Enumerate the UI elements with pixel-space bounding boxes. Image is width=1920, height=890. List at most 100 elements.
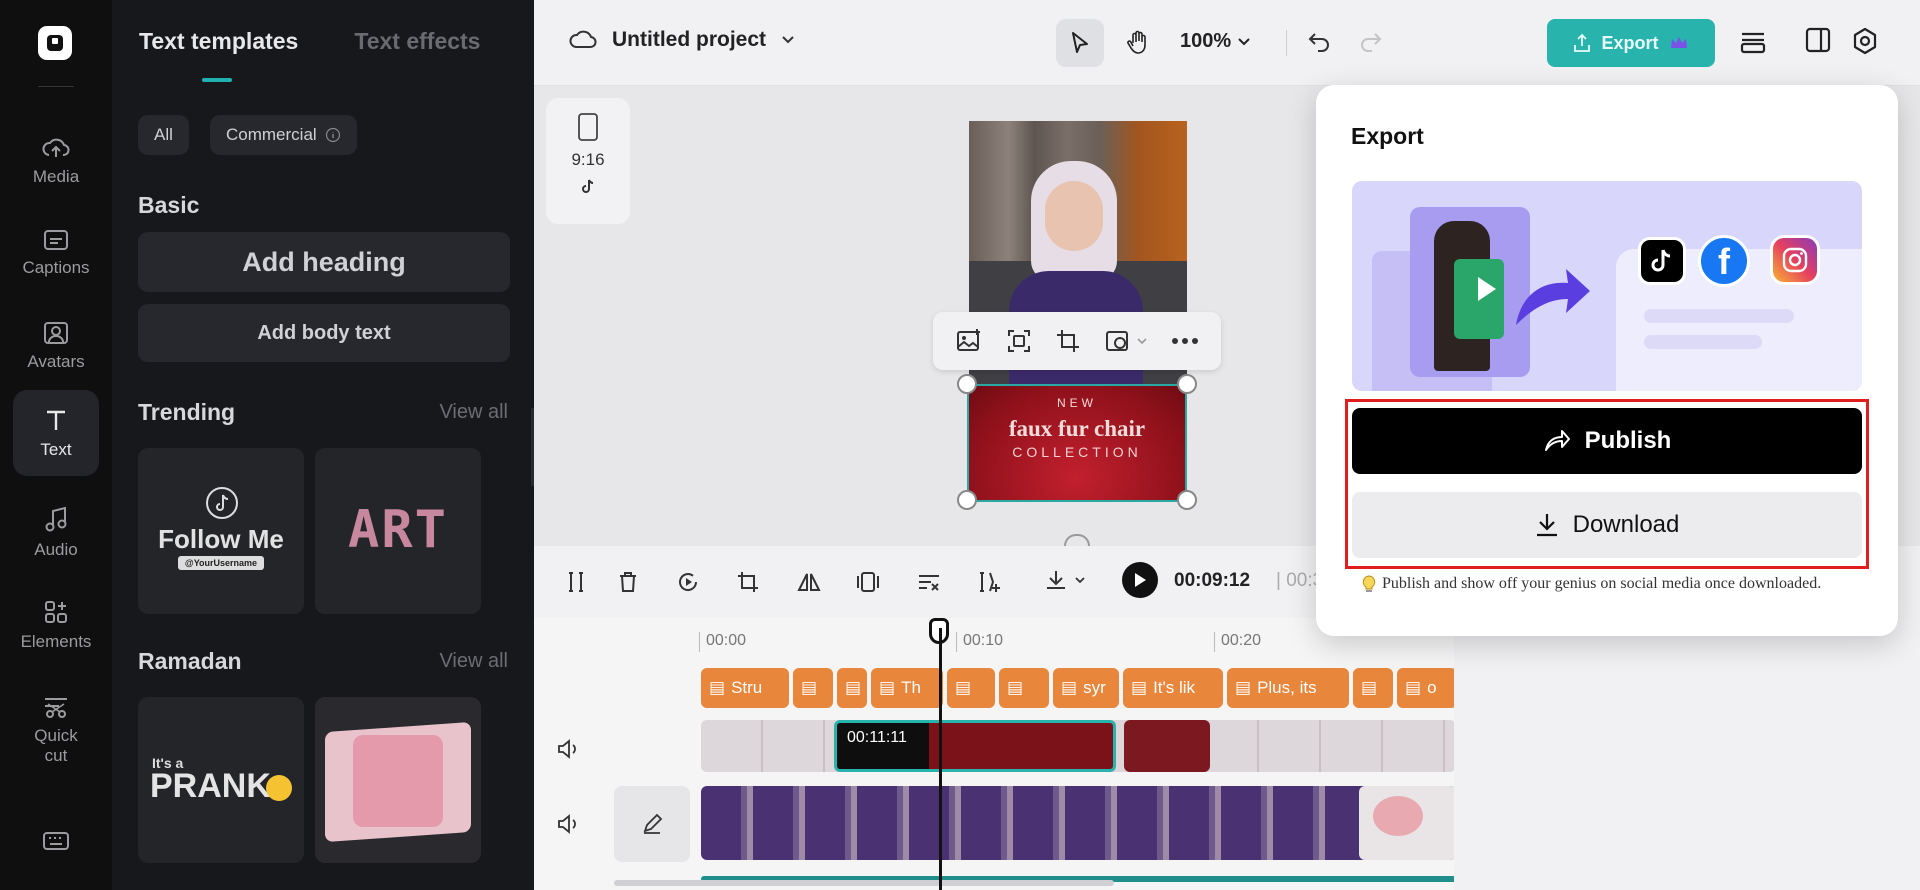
- art-text: ART: [348, 500, 448, 560]
- speed-icon[interactable]: [676, 570, 700, 594]
- add-body-text-button[interactable]: Add body text: [138, 304, 510, 362]
- mask-dropdown[interactable]: [1104, 328, 1148, 354]
- adjust-icon[interactable]: [916, 570, 942, 594]
- fit-frame-icon[interactable]: [1006, 328, 1032, 354]
- tab-text-templates[interactable]: Text templates: [139, 28, 298, 55]
- play-button[interactable]: [1122, 562, 1158, 598]
- filter-chip-commercial[interactable]: Commercial: [210, 115, 357, 155]
- resize-handle-br[interactable]: [1177, 490, 1197, 510]
- publish-button[interactable]: Publish: [1352, 408, 1862, 474]
- caption-clip[interactable]: ▤ syr: [1053, 668, 1119, 708]
- caption-text: It's lik: [1153, 678, 1196, 697]
- download-icon: [1536, 514, 1557, 537]
- tiktok-icon: [582, 179, 594, 193]
- split-icon[interactable]: [564, 570, 588, 594]
- split-add-icon[interactable]: [976, 570, 1002, 594]
- replace-image-icon[interactable]: [955, 327, 983, 355]
- export-button[interactable]: Export: [1547, 19, 1715, 67]
- tab-text-effects[interactable]: Text effects: [354, 28, 480, 55]
- section-basic-title: Basic: [138, 192, 200, 218]
- rail-item-avatars[interactable]: Avatars: [13, 303, 99, 389]
- rail-item-media[interactable]: Media: [13, 118, 99, 204]
- filter-chip-all[interactable]: All: [138, 115, 189, 155]
- split-view-button[interactable]: [1804, 26, 1832, 54]
- crop-icon[interactable]: [1055, 328, 1081, 354]
- chevron-down-icon: [1137, 338, 1147, 345]
- publish-label: Publish: [1584, 427, 1672, 454]
- quick-cut-icon: [45, 698, 67, 718]
- flip-icon[interactable]: [796, 570, 822, 594]
- add-heading-button[interactable]: Add heading: [138, 232, 510, 292]
- caption-clip[interactable]: ▤ Stru: [701, 668, 789, 708]
- template-card-prank[interactable]: It's a PRANK: [138, 697, 304, 863]
- hand-tool-button[interactable]: [1114, 19, 1162, 67]
- caption-clip[interactable]: ▤: [837, 668, 867, 708]
- toolbar-divider: [1286, 30, 1287, 56]
- rail-item-elements[interactable]: Elements: [13, 582, 99, 668]
- template-card-art[interactable]: ART: [315, 448, 481, 614]
- template-card-follow-me[interactable]: Follow Me @YourUsername: [138, 448, 304, 614]
- zoom-select[interactable]: 100%: [1180, 30, 1251, 53]
- caption-clip[interactable]: ▤ Th: [871, 668, 943, 708]
- caption-clip[interactable]: ▤: [947, 668, 995, 708]
- rail-item-audio[interactable]: Audio: [13, 490, 99, 576]
- overlay-clip[interactable]: [1124, 720, 1210, 772]
- caption-icon: ▤: [845, 678, 862, 697]
- video-clip[interactable]: [1359, 786, 1454, 860]
- rail-label-quick: Quick: [34, 726, 78, 745]
- caption-clip[interactable]: ▤: [793, 668, 833, 708]
- download-dropdown[interactable]: [1044, 568, 1086, 592]
- undo-button[interactable]: [1306, 28, 1332, 54]
- volume-icon[interactable]: [556, 813, 580, 835]
- rail-item-quick-cut[interactable]: Quick cut: [13, 680, 99, 780]
- layers-icon: [1740, 32, 1766, 54]
- resize-handle-tl[interactable]: [957, 374, 977, 394]
- selected-text-overlay[interactable]: NEW faux fur chair COLLECTION: [967, 384, 1187, 502]
- timeline-scrollbar[interactable]: [614, 880, 1114, 886]
- caption-clip[interactable]: ▤ Plus, its: [1227, 668, 1349, 708]
- text-icon: [47, 410, 65, 430]
- template-card-pink[interactable]: [315, 697, 481, 863]
- layers-button[interactable]: [1738, 26, 1768, 56]
- keyboard-icon[interactable]: [42, 830, 70, 852]
- rail-item-text[interactable]: Text: [13, 390, 99, 476]
- resize-handle-tr[interactable]: [1177, 374, 1197, 394]
- resize-handle-bl[interactable]: [957, 490, 977, 510]
- app-logo-icon[interactable]: [38, 26, 72, 60]
- download-button[interactable]: Download: [1352, 492, 1862, 558]
- gear-icon: [1853, 27, 1877, 55]
- trending-view-all-link[interactable]: View all: [439, 401, 508, 424]
- rail-item-captions[interactable]: Captions: [13, 210, 99, 296]
- info-icon: [325, 127, 340, 143]
- export-illustration: f: [1352, 181, 1862, 391]
- caption-text: Stru: [731, 678, 763, 697]
- caption-text: o: [1427, 678, 1437, 697]
- undo-icon: [1308, 33, 1329, 52]
- freeze-frame-icon[interactable]: [856, 570, 880, 594]
- settings-button[interactable]: [1850, 26, 1880, 56]
- crop-icon[interactable]: [736, 570, 760, 594]
- rotate-handle-icon[interactable]: [1064, 534, 1090, 546]
- select-tool-button[interactable]: [1056, 19, 1104, 67]
- playhead[interactable]: [939, 628, 942, 890]
- more-options-icon[interactable]: [1171, 337, 1199, 345]
- redo-button[interactable]: [1358, 28, 1384, 54]
- rail-label-text: Text: [40, 440, 72, 459]
- avatar-icon: [44, 322, 68, 344]
- project-title-menu[interactable]: Untitled project: [568, 28, 796, 52]
- main-video-track[interactable]: [701, 786, 1454, 860]
- music-icon: [45, 506, 67, 532]
- caption-clip[interactable]: ▤: [999, 668, 1049, 708]
- caption-clip[interactable]: ▤ o: [1397, 668, 1454, 708]
- delete-icon[interactable]: [616, 570, 640, 594]
- caption-icon: ▤: [1007, 678, 1024, 697]
- ramadan-view-all-link[interactable]: View all: [439, 650, 508, 673]
- timeline[interactable]: 00:00 00:10 00:20 ▤ Stru ▤ ▤ ▤ Th ▤ ▤ ▤ syr…: [534, 618, 1454, 890]
- follow-me-text: Follow Me: [158, 524, 284, 554]
- selected-overlay-clip[interactable]: 00:11:11: [834, 720, 1116, 772]
- edit-cover-button[interactable]: [614, 786, 690, 862]
- aspect-ratio-selector[interactable]: 9:16: [546, 98, 630, 224]
- caption-clip[interactable]: ▤: [1353, 668, 1393, 708]
- volume-icon[interactable]: [556, 738, 580, 760]
- caption-clip[interactable]: ▤ It's lik: [1123, 668, 1223, 708]
